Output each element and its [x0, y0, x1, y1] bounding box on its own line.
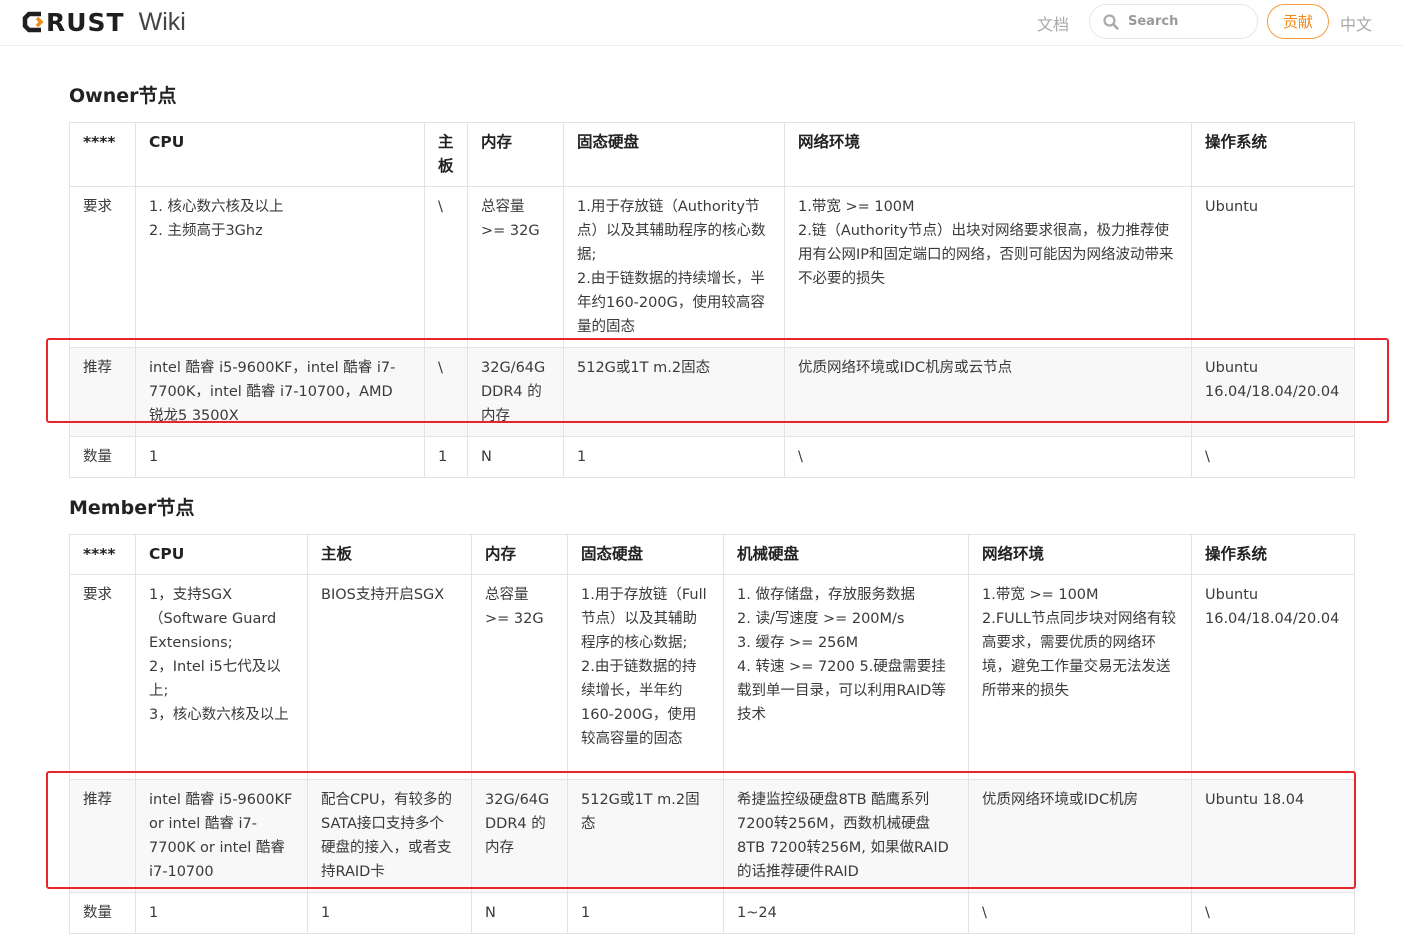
crust-logo-icon	[22, 10, 44, 34]
table-cell: \	[1191, 436, 1355, 478]
row-label: 要求	[69, 186, 136, 348]
member-section-title: Member节点	[69, 497, 195, 519]
table-row: 推荐 intel 酷睿 i5-9600KF，intel 酷睿 i7-7700K，…	[69, 347, 1355, 437]
table-cell: Ubuntu 16.04/18.04/20.04	[1191, 347, 1355, 437]
table-cell: 1.带宽 >= 100M 2.链（Authority节点）出块对网络要求很高，极…	[784, 186, 1192, 348]
table-cell: 1	[307, 892, 472, 934]
table-cell: 总容量 >= 32G	[467, 186, 564, 348]
header-cell: CPU	[135, 534, 308, 575]
table-row: 推荐 intel 酷睿 i5-9600KF or intel 酷睿 i7-770…	[69, 779, 1355, 893]
header-cell: 主板	[424, 122, 468, 187]
table-cell: 1	[563, 436, 785, 478]
contribute-button[interactable]: 贡献	[1267, 4, 1329, 39]
table-cell: 优质网络环境或IDC机房或云节点	[784, 347, 1192, 437]
table-cell: \	[968, 892, 1192, 934]
table-cell: 32G/64G DDR4 的内存	[467, 347, 564, 437]
header-cell: ****	[69, 534, 136, 575]
table-cell: N	[471, 892, 568, 934]
crust-logo[interactable]: RUST Wiki	[22, 6, 186, 38]
table-cell: N	[467, 436, 564, 478]
table-cell: 1.用于存放链（Full节点）以及其辅助程序的核心数据; 2.由于链数据的持续增…	[567, 574, 724, 780]
header-cell: 网络环境	[968, 534, 1192, 575]
search-icon	[1102, 13, 1120, 31]
member-spec-table: **** CPU 主板 内存 固态硬盘 机械硬盘 网络环境 操作系统 要求 1，…	[69, 534, 1355, 934]
table-cell: intel 酷睿 i5-9600KF or intel 酷睿 i7-7700K …	[135, 779, 308, 893]
table-cell: 配合CPU，有较多的SATA接口支持多个硬盘的接入，或者支持RAID卡	[307, 779, 472, 893]
table-cell: 1	[567, 892, 724, 934]
owner-section-title: Owner节点	[69, 85, 177, 107]
table-cell: Ubuntu 16.04/18.04/20.04	[1191, 574, 1355, 780]
table-cell: Ubuntu 18.04	[1191, 779, 1355, 893]
table-cell: 1	[135, 436, 425, 478]
row-label: 数量	[69, 892, 136, 934]
table-cell: \	[784, 436, 1192, 478]
header-cell: 主板	[307, 534, 472, 575]
header-cell: 操作系统	[1191, 122, 1355, 187]
table-cell: 1. 做存储盘，存放服务数据 2. 读/写速度 >= 200M/s 3. 缓存 …	[723, 574, 969, 780]
header-cell: 固态硬盘	[563, 122, 785, 187]
table-cell: 优质网络环境或IDC机房	[968, 779, 1192, 893]
header-cell: ****	[69, 122, 136, 187]
table-cell: 512G或1T m.2固态	[563, 347, 785, 437]
owner-spec-table: **** CPU 主板 内存 固态硬盘 网络环境 操作系统 要求 1. 核心数六…	[69, 122, 1355, 478]
header-cell: 操作系统	[1191, 534, 1355, 575]
top-navigation-bar: RUST Wiki 文档 贡献 中文	[0, 0, 1403, 46]
header-cell: CPU	[135, 122, 425, 187]
table-cell: 32G/64G DDR4 的内存	[471, 779, 568, 893]
table-row: 数量 1 1 N 1 1~24 \ \	[69, 892, 1355, 934]
header-cell: 机械硬盘	[723, 534, 969, 575]
table-cell: Ubuntu	[1191, 186, 1355, 348]
logo-wiki-label: Wiki	[138, 7, 186, 36]
table-cell: 总容量 >= 32G	[471, 574, 568, 780]
table-row: 数量 1 1 N 1 \ \	[69, 436, 1355, 478]
language-switcher[interactable]: 中文	[1340, 11, 1372, 35]
table-cell: 1. 核心数六核及以上 2. 主频高于3Ghz	[135, 186, 425, 348]
table-cell: BIOS支持开启SGX	[307, 574, 472, 780]
row-label: 数量	[69, 436, 136, 478]
table-cell: 1~24	[723, 892, 969, 934]
table-header-row: **** CPU 主板 内存 固态硬盘 机械硬盘 网络环境 操作系统	[69, 534, 1355, 575]
row-label: 推荐	[69, 347, 136, 437]
header-cell: 内存	[471, 534, 568, 575]
row-label: 要求	[69, 574, 136, 780]
row-label: 推荐	[69, 779, 136, 893]
header-cell: 固态硬盘	[567, 534, 724, 575]
header-cell: 内存	[467, 122, 564, 187]
table-cell: 512G或1T m.2固态	[567, 779, 724, 893]
table-cell: 1，支持SGX（Software Guard Extensions; 2，Int…	[135, 574, 308, 780]
table-row: 要求 1，支持SGX（Software Guard Extensions; 2，…	[69, 574, 1355, 780]
table-cell: \	[1191, 892, 1355, 934]
nav-docs-link[interactable]: 文档	[1037, 11, 1069, 35]
search-box[interactable]	[1089, 4, 1258, 39]
table-cell: 1.用于存放链（Authority节点）以及其辅助程序的核心数据; 2.由于链数…	[563, 186, 785, 348]
table-cell: 1	[135, 892, 308, 934]
table-cell: intel 酷睿 i5-9600KF，intel 酷睿 i7-7700K，int…	[135, 347, 425, 437]
table-cell: 希捷监控级硬盘8TB 酷鹰系列7200转256M，西数机械硬盘8TB 7200转…	[723, 779, 969, 893]
table-row: 要求 1. 核心数六核及以上 2. 主频高于3Ghz \ 总容量 >= 32G …	[69, 186, 1355, 348]
table-cell: \	[424, 347, 468, 437]
search-input[interactable]	[1128, 14, 1248, 29]
logo-text: RUST	[46, 7, 125, 37]
header-cell: 网络环境	[784, 122, 1192, 187]
table-header-row: **** CPU 主板 内存 固态硬盘 网络环境 操作系统	[69, 122, 1355, 187]
table-cell: 1	[424, 436, 468, 478]
table-cell: 1.带宽 >= 100M 2.FULL节点同步块对网络有较高要求，需要优质的网络…	[968, 574, 1192, 780]
table-cell: \	[424, 186, 468, 348]
